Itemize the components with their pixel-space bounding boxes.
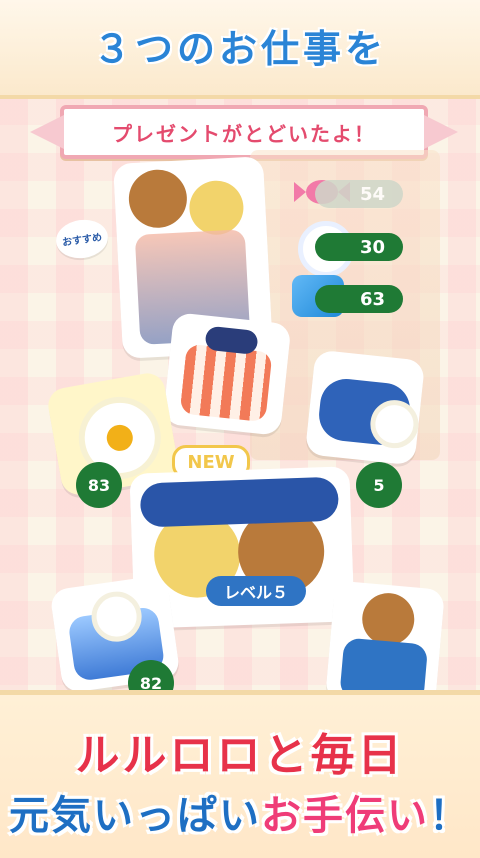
footer-line-1: ルルロロと毎日: [75, 730, 405, 781]
gift-card[interactable]: [162, 312, 292, 436]
sailor-hat-icon: [139, 476, 340, 528]
brown-bear-icon: [127, 168, 189, 230]
reward-flower-count: 30: [315, 233, 403, 261]
bottom-banner: ルルロロと毎日 元気いっぱいお手伝い！: [0, 690, 480, 858]
gift-box-icon: [179, 343, 273, 423]
top-banner: ３つのお仕事を: [0, 0, 480, 99]
ribbon-text: プレゼントがとどいたよ！: [112, 122, 376, 146]
level-label: レベル５: [206, 576, 306, 606]
yellow-bear-icon: [188, 179, 245, 237]
footer-line-2-suffix: ！: [429, 793, 471, 839]
hat-count-bubble: 5: [356, 462, 402, 508]
recommended-label: おすすめ: [61, 232, 103, 249]
flower-count-bubble: 83: [76, 462, 122, 508]
footer-line-2-prefix: 元気いっぱい: [9, 793, 261, 839]
footer-line-2: 元気いっぱいお手伝い！: [0, 783, 480, 841]
footer-line-2-accent: お手伝い: [261, 793, 429, 839]
reward-ribbon-count: 63: [315, 285, 403, 313]
hat-item-card[interactable]: [304, 349, 426, 466]
reward-candy-count: 54: [315, 180, 403, 208]
page-title: ３つのお仕事を: [92, 27, 387, 71]
